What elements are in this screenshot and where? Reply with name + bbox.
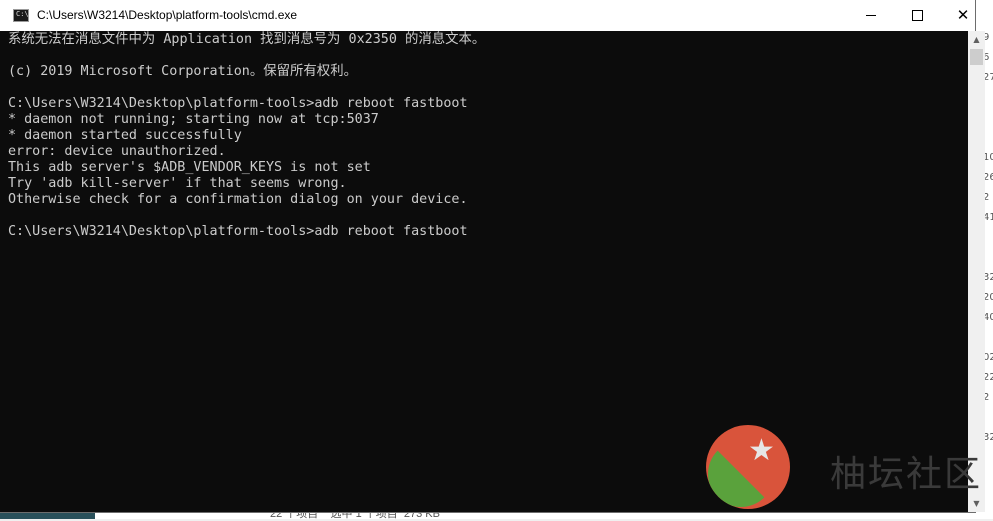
console-output[interactable]: 系统无法在消息文件中为 Application 找到消息号为 0x2350 的消…	[8, 32, 963, 512]
star-icon: ★	[748, 433, 775, 468]
cmd-icon-glyph: C:\	[16, 10, 29, 18]
scroll-down-icon[interactable]: ▼	[968, 495, 985, 512]
close-icon: ✕	[956, 6, 970, 24]
console-line: * daemon started successfully	[8, 128, 242, 143]
title-bar[interactable]: C:\ C:\Users\W3214\Desktop\platform-tool…	[0, 0, 975, 31]
cmd-app-icon[interactable]: C:\	[13, 9, 29, 22]
console-line: Try 'adb kill-server' if that seems wron…	[8, 176, 347, 191]
close-button[interactable]: ✕	[940, 0, 986, 31]
watermark-text: 柚坛社区	[830, 454, 983, 495]
maximize-button[interactable]	[894, 0, 940, 31]
scroll-up-icon[interactable]: ▲	[968, 31, 985, 48]
window-title: C:\Users\W3214\Desktop\platform-tools\cm…	[37, 8, 298, 22]
maximize-icon	[911, 10, 923, 21]
console-line: (c) 2019 Microsoft Corporation。保留所有权利。	[8, 64, 357, 79]
vertical-scrollbar[interactable]: ▲ ▼	[968, 31, 985, 512]
console-line: This adb server's $ADB_VENDOR_KEYS is no…	[8, 160, 371, 175]
watermark-logo: ★	[706, 425, 790, 509]
minimize-button[interactable]	[848, 0, 894, 31]
console-line: C:\Users\W3214\Desktop\platform-tools>ad…	[8, 96, 468, 111]
cmd-window[interactable]: C:\ C:\Users\W3214\Desktop\platform-tool…	[0, 0, 985, 512]
console-line: Otherwise check for a confirmation dialo…	[8, 192, 468, 207]
scrollbar-thumb[interactable]	[970, 49, 983, 65]
console-line: * daemon not running; starting now at tc…	[8, 112, 379, 127]
minimize-icon	[866, 15, 876, 16]
console-line: C:\Users\W3214\Desktop\platform-tools>ad…	[8, 224, 468, 239]
console-line: error: device unauthorized.	[8, 144, 226, 159]
console-line: 系统无法在消息文件中为 Application 找到消息号为 0x2350 的消…	[8, 32, 486, 47]
